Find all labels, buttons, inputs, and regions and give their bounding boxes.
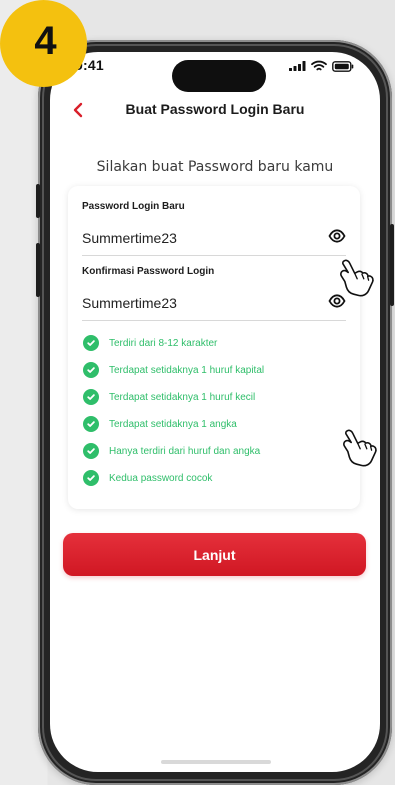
- requirement-item: Terdapat setidaknya 1 angka: [83, 415, 237, 433]
- step-number: 4: [34, 19, 57, 63]
- status-icons: [289, 60, 354, 72]
- requirement-text: Terdiri dari 8-12 karakter: [109, 337, 218, 349]
- confirm-password-field: Konfirmasi Password Login: [82, 266, 346, 326]
- home-indicator: [161, 760, 271, 764]
- check-circle-icon: [83, 362, 99, 378]
- wifi-icon: [311, 60, 327, 71]
- app-screen: 9:41 Buat Password Login Baru Silakan bu…: [50, 52, 380, 772]
- check-circle-icon: [83, 335, 99, 351]
- page-subtitle: Silakan buat Password baru kamu: [96, 159, 334, 175]
- requirement-text: Terdapat setidaknya 1 angka: [109, 418, 237, 430]
- eye-icon[interactable]: [328, 227, 346, 245]
- phone-button: [36, 243, 40, 297]
- new-password-field: Password Login Baru: [82, 201, 346, 261]
- phone-button: [36, 184, 40, 218]
- password-form-card: Password Login Baru Konfirmasi Password …: [68, 186, 360, 509]
- phone-button: [390, 224, 394, 306]
- check-circle-icon: [83, 389, 99, 405]
- confirm-password-label: Konfirmasi Password Login: [82, 266, 215, 277]
- check-circle-icon: [83, 443, 99, 459]
- requirement-text: Terdapat setidaknya 1 huruf kapital: [109, 364, 265, 376]
- phone-frame: 9:41 Buat Password Login Baru Silakan bu…: [36, 40, 394, 785]
- requirement-text: Kedua password cocok: [109, 472, 213, 484]
- top-header: Buat Password Login Baru: [50, 97, 380, 129]
- requirement-text: Hanya terdiri dari huruf dan angka: [109, 445, 261, 457]
- requirement-item: Terdiri dari 8-12 karakter: [83, 334, 217, 352]
- dynamic-island: [172, 60, 266, 92]
- confirm-password-input[interactable]: [82, 286, 346, 321]
- new-password-label: Password Login Baru: [82, 201, 185, 212]
- page-title: Buat Password Login Baru: [125, 101, 305, 117]
- signal-icon: [289, 61, 306, 71]
- new-password-input[interactable]: [82, 221, 346, 256]
- check-circle-icon: [83, 470, 99, 486]
- requirement-item: Terdapat setidaknya 1 huruf kecil: [83, 388, 255, 406]
- step-badge: 4: [0, 0, 87, 87]
- hand-cursor-icon: [343, 429, 377, 467]
- requirement-item: Terdapat setidaknya 1 huruf kapital: [83, 361, 264, 379]
- submit-button[interactable]: Lanjut: [63, 533, 366, 576]
- requirement-item: Hanya terdiri dari huruf dan angka: [83, 442, 260, 460]
- check-circle-icon: [83, 416, 99, 432]
- requirement-text: Terdapat setidaknya 1 huruf kecil: [109, 391, 256, 403]
- battery-icon: [332, 60, 354, 72]
- hand-cursor-icon: [340, 259, 374, 297]
- requirement-item: Kedua password cocok: [83, 469, 212, 487]
